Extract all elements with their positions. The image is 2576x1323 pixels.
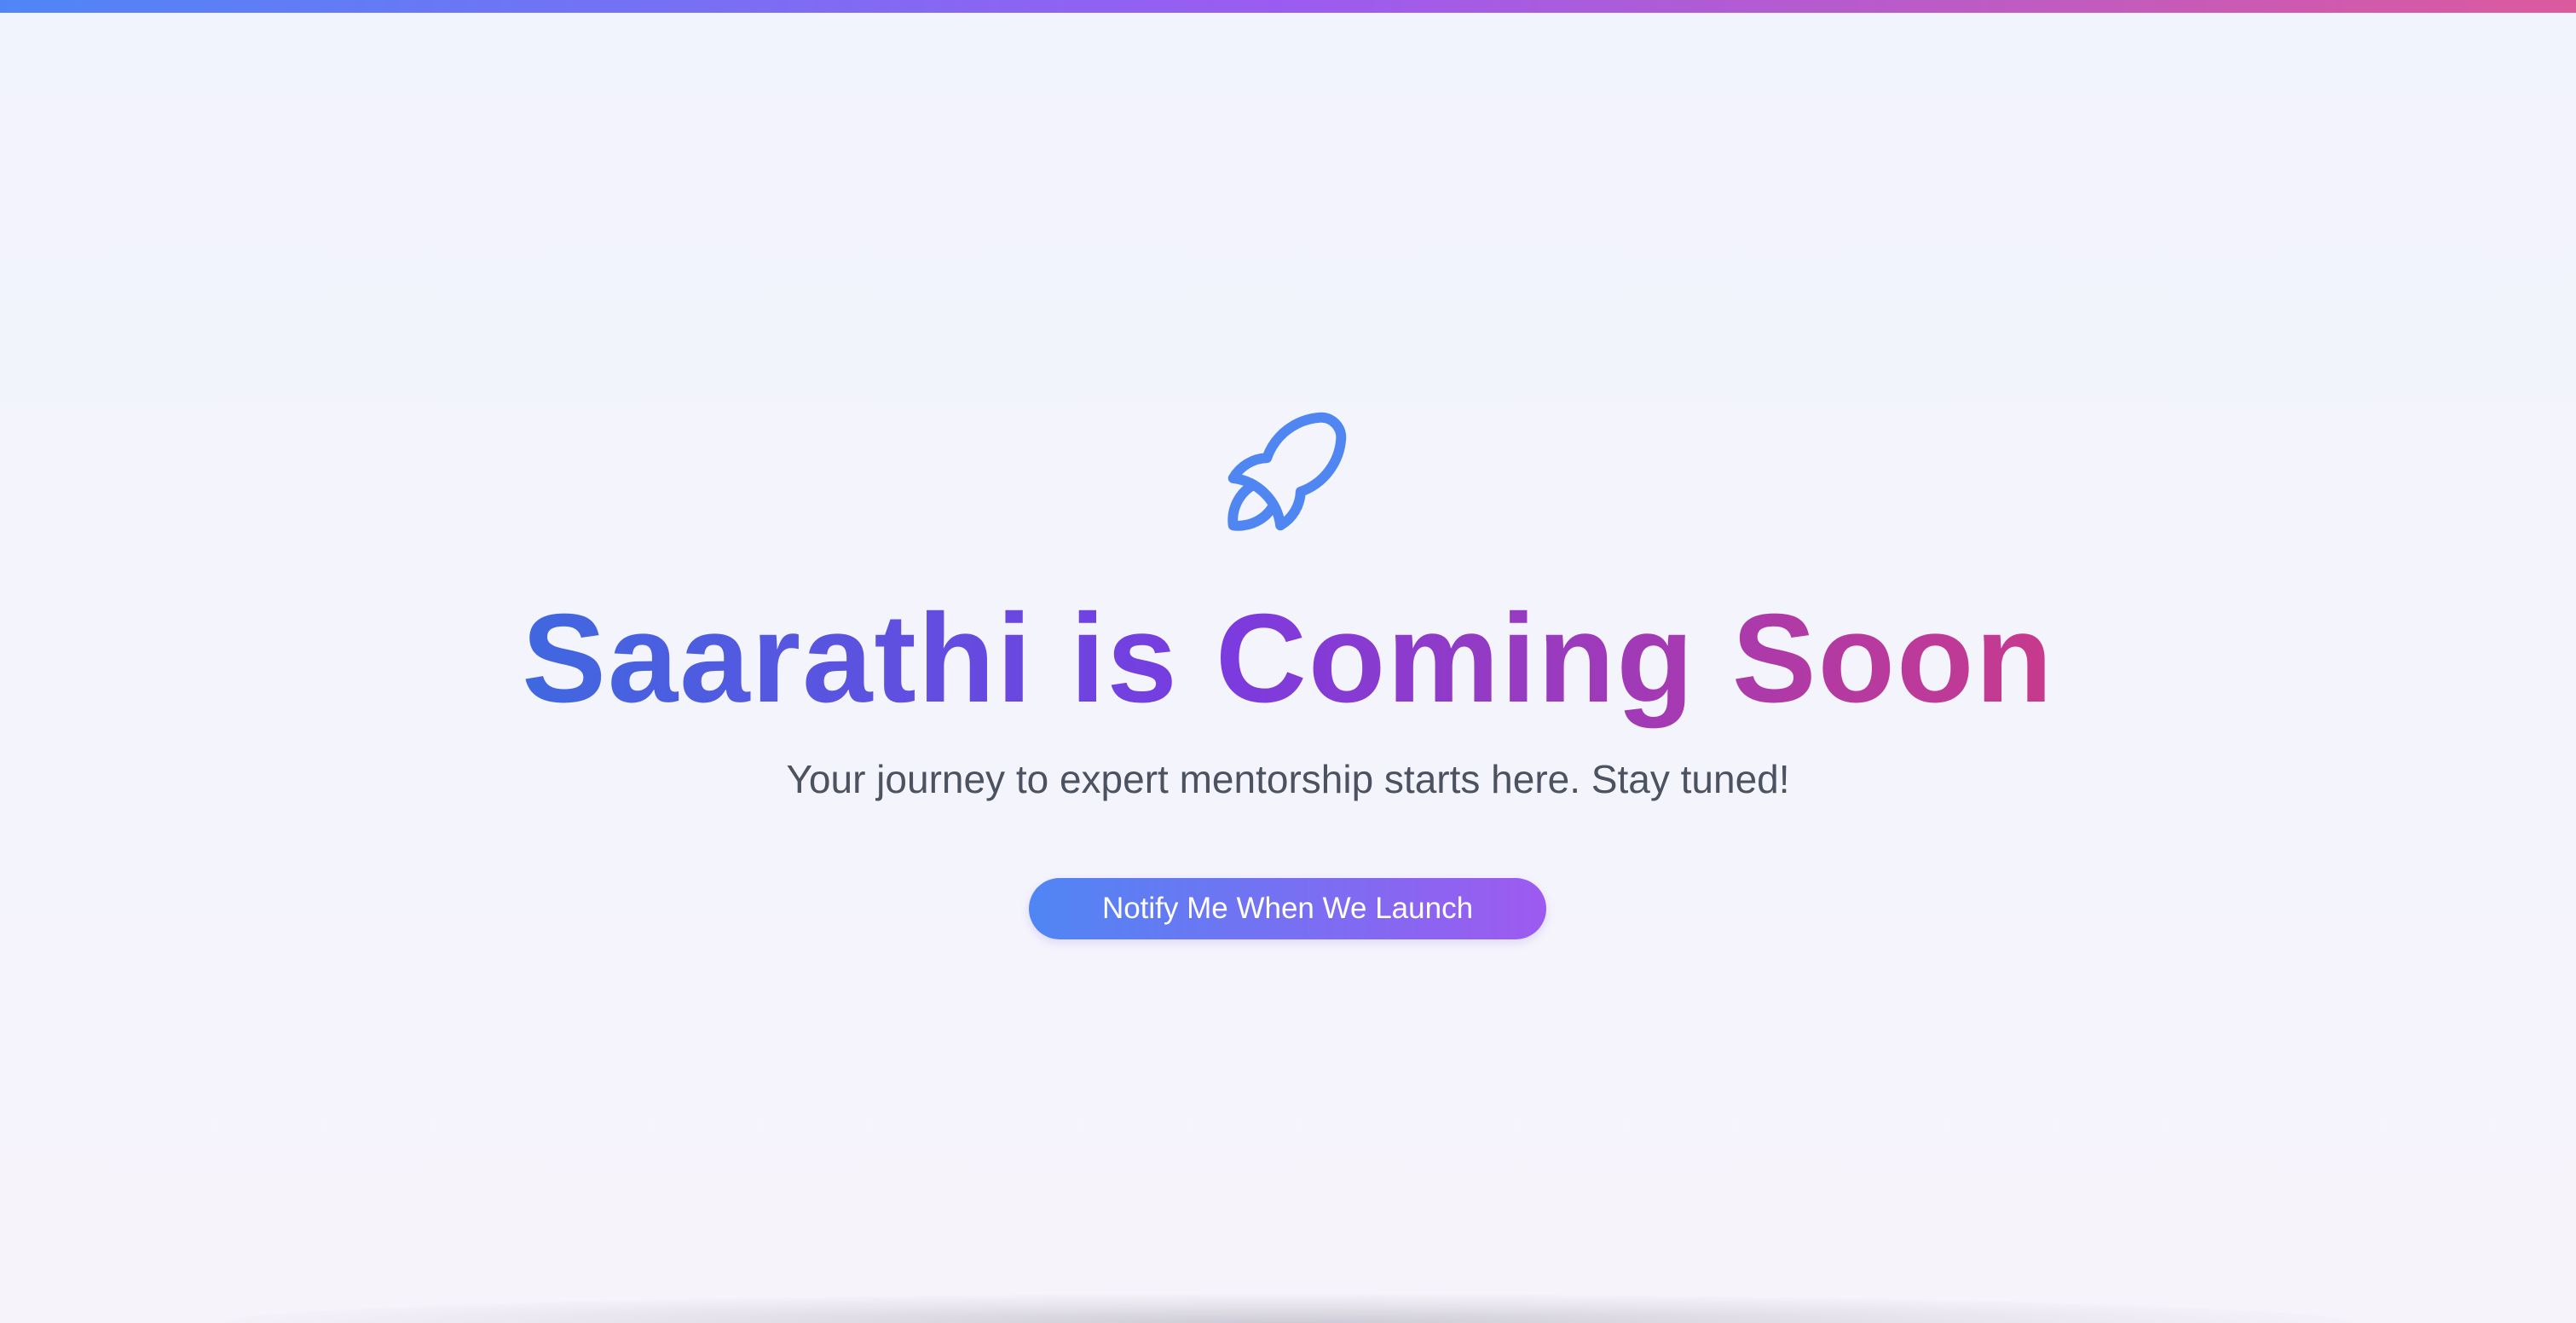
page-subtitle: Your journey to expert mentorship starts… bbox=[786, 757, 1790, 801]
bottom-edge-shadow bbox=[222, 1294, 2353, 1323]
notify-me-button[interactable]: Notify Me When We Launch bbox=[1029, 878, 1546, 939]
page-title-text: Saarathi is Coming Soon bbox=[522, 586, 2054, 731]
rocket-icon bbox=[1206, 390, 1368, 552]
page-title: Saarathi is Coming Soon bbox=[0, 586, 2576, 731]
coming-soon-hero: Saarathi is Coming Soon Your journey to … bbox=[0, 0, 2576, 1323]
